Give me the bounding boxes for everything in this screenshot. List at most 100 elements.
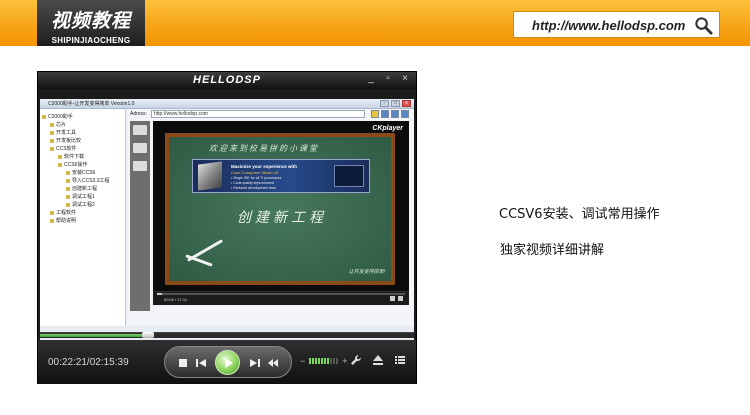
volume-bar <box>309 358 312 364</box>
tree-item: 工程软件 <box>50 209 76 216</box>
refresh-icon <box>371 110 379 118</box>
banner-bullet: • Reduced development time <box>231 186 276 190</box>
embedded-progress-fill <box>157 293 162 295</box>
embedded-progress <box>157 293 405 295</box>
tree-item: 芯片 <box>50 121 66 128</box>
volume-down-icon[interactable]: − <box>300 356 305 366</box>
settings-button[interactable] <box>350 354 362 366</box>
previous-button[interactable] <box>195 357 207 369</box>
back-icon <box>391 110 399 118</box>
chalk-heading: 欢迎来到校易拼的小课堂 <box>209 144 319 153</box>
address-field: http://www.hellodsp.com <box>151 110 365 118</box>
playlist-icon <box>395 356 405 364</box>
ccs-banner: Maximize your experience with Code Compo… <box>192 159 370 193</box>
embedded-video: CKplayer 欢迎来到校易拼的小课堂 Maximize your exper… <box>153 121 409 305</box>
chalkboard: 欢迎来到校易拼的小课堂 Maximize your experience wit… <box>165 133 395 285</box>
app-title: C2000助手-让开发变得简单 Version1.0 <box>48 101 135 107</box>
minimize-button[interactable]: _ <box>366 73 376 84</box>
logo-title: 视频教程 <box>50 10 131 32</box>
volume-bar <box>318 358 321 364</box>
browser-pane: Adress: http://www.hellodsp.com CKplayer… <box>127 109 414 326</box>
embedded-time: 00:00 / 17:11 <box>164 297 188 302</box>
control-bar: 00:22:21/02:15:39 − + <box>38 340 416 384</box>
app-maximize-icon: □ <box>391 100 400 107</box>
embedded-video-controls: 00:00 / 17:11 <box>153 291 409 305</box>
close-button[interactable]: × <box>400 73 410 84</box>
app-close-icon: x <box>402 100 411 107</box>
tree-item: C2000助手 <box>42 113 73 120</box>
address-icons <box>371 110 409 118</box>
rewind-button[interactable] <box>267 357 279 369</box>
fullscreen-icon <box>398 296 403 301</box>
volume-bar <box>330 358 333 364</box>
play-icon <box>224 357 233 368</box>
wrench-icon <box>351 355 361 365</box>
playback-time: 00:22:21/02:15:39 <box>48 357 129 368</box>
embedded-icons <box>390 296 403 301</box>
header-bar: 视频教程 SHIPINJIAOCHENG http://www.hellodsp… <box>0 0 750 46</box>
app-dock <box>130 121 150 311</box>
banner-line2: Code Composer Studio v5 <box>231 170 278 175</box>
volume-level[interactable] <box>309 358 339 364</box>
app-minimize-icon: - <box>380 100 389 107</box>
volume-bar <box>312 358 315 364</box>
volume-icon <box>390 296 395 301</box>
logo[interactable]: 视频教程 SHIPINJIAOCHENG <box>37 0 145 46</box>
dock-icon <box>133 143 147 153</box>
app-title-bar: C2000助手-让开发变得简单 Version1.0 - □ x <box>40 99 414 109</box>
banner-line1: Maximize your experience with <box>231 164 298 169</box>
home-icon <box>381 110 389 118</box>
player-title-bar[interactable]: HELLODSP _ ▫ × <box>38 72 416 89</box>
next-icon <box>250 359 260 367</box>
eject-button[interactable] <box>372 354 384 366</box>
window-controls: _ ▫ × <box>366 73 410 84</box>
rewind-icon <box>268 359 278 367</box>
url-box[interactable]: http://www.hellodsp.com <box>513 11 720 38</box>
volume-up-icon[interactable]: + <box>342 356 347 366</box>
previous-icon <box>196 359 206 367</box>
chalkboard-surface: 欢迎来到校易拼的小课堂 Maximize your experience wit… <box>169 137 391 281</box>
player-title: HELLODSP <box>193 74 261 86</box>
stop-button[interactable] <box>177 357 189 369</box>
seek-bar[interactable] <box>40 332 414 338</box>
maximize-button[interactable]: ▫ <box>383 73 393 84</box>
stop-icon <box>179 359 187 367</box>
banner-bullet: • Code quality improvement <box>231 181 274 185</box>
logo-subtitle: SHIPINJIAOCHENG <box>51 36 131 45</box>
volume-bar <box>327 358 330 364</box>
app-window-controls: - □ x <box>380 100 411 107</box>
seek-progress <box>40 334 148 337</box>
volume-control[interactable]: − + <box>300 356 348 366</box>
banner-bullet: • Single IDE for all TI processors <box>231 176 282 180</box>
tree-item: 开发工具 <box>50 129 76 136</box>
search-icon[interactable] <box>694 16 713 35</box>
tree-item: 创建新工程 <box>66 185 97 192</box>
address-bar: Adress: http://www.hellodsp.com <box>127 110 414 119</box>
transport-controls <box>164 346 292 378</box>
page: 视频教程 SHIPINJIAOCHENG http://www.hellodsp… <box>0 0 750 415</box>
dock-icon <box>133 161 147 171</box>
site-url[interactable]: http://www.hellodsp.com <box>532 18 685 33</box>
volume-bar <box>333 358 336 364</box>
tree-item: 调试工程1 <box>66 193 95 200</box>
volume-bar <box>321 358 324 364</box>
tree-item: 开发板比较 <box>50 137 81 144</box>
video-brand: CKplayer <box>372 125 403 132</box>
course-subtitle: 独家视频详细讲解 <box>500 243 605 258</box>
course-title: CCSV6安装、调试常用操作 <box>499 207 660 222</box>
seek-handle[interactable] <box>142 332 154 338</box>
chalk-title: 创建新工程 <box>237 209 327 225</box>
play-button[interactable] <box>215 350 240 375</box>
tree-item: CCS6操作 <box>58 161 87 168</box>
tree-item: 安装CCS6 <box>66 169 95 176</box>
volume-bar <box>336 358 339 364</box>
next-button[interactable] <box>249 357 261 369</box>
tree-item: 调试工程2 <box>66 201 95 208</box>
tree-item: 软件下载 <box>58 153 84 160</box>
chalk-signature: 让开发变得简单! <box>348 269 385 275</box>
player-tools <box>350 354 406 366</box>
volume-bar <box>315 358 318 364</box>
nav-tree: C2000助手 芯片 开发工具 开发板比较 CCS软件 软件下载 CCS6操作 … <box>40 109 126 326</box>
banner-screenshot <box>334 165 364 187</box>
playlist-button[interactable] <box>394 354 406 366</box>
